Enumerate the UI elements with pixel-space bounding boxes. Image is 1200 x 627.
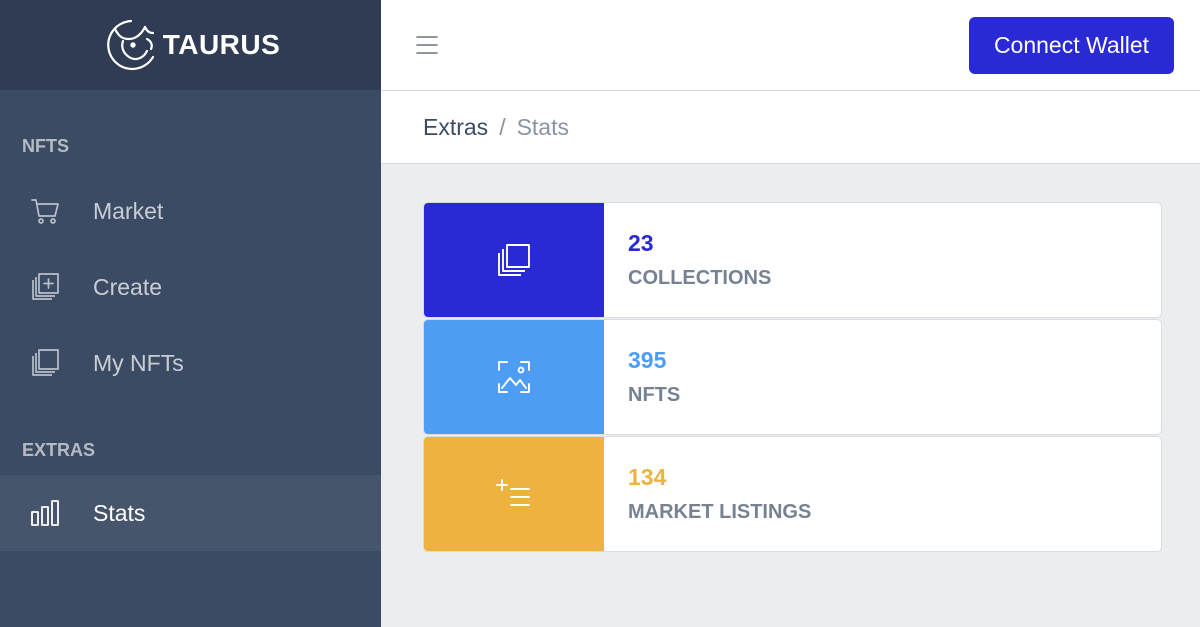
sidebar-item-label: Stats bbox=[93, 499, 146, 526]
sidebar-item-market[interactable]: Market bbox=[0, 173, 381, 249]
stat-card-market-listings: 134 MARKET LISTINGS bbox=[423, 436, 1162, 552]
bull-icon bbox=[106, 19, 154, 71]
brand[interactable]: TAURUS bbox=[0, 0, 381, 90]
stat-value: 23 bbox=[628, 230, 654, 256]
stat-label: NFTS bbox=[628, 384, 681, 406]
breadcrumb-parent[interactable]: Extras bbox=[423, 114, 488, 141]
nav-section-nfts: NFTS bbox=[22, 136, 69, 156]
brand-logo: TAURUS bbox=[101, 15, 281, 75]
brand-name: TAURUS bbox=[162, 29, 281, 60]
main: Connect Wallet Extras / Stats 23 COLLECT… bbox=[381, 0, 1200, 627]
hamburger-icon[interactable] bbox=[415, 33, 439, 57]
sidebar-item-label: My NFTs bbox=[93, 349, 184, 376]
breadcrumb-separator: / bbox=[499, 113, 506, 140]
breadcrumb: Extras / Stats bbox=[381, 91, 1200, 164]
sidebar-item-create[interactable]: Create bbox=[0, 249, 381, 325]
sidebar-item-label: Market bbox=[93, 197, 164, 224]
stats-content: 23 COLLECTIONS 395 NFTS 134 MARKET LISTI… bbox=[381, 164, 1200, 553]
add-collection-icon bbox=[28, 270, 62, 304]
sidebar-item-label: Create bbox=[93, 273, 163, 300]
stat-label: COLLECTIONS bbox=[628, 267, 772, 289]
connect-wallet-button[interactable]: Connect Wallet bbox=[969, 16, 1174, 74]
stat-card-collections: 23 COLLECTIONS bbox=[423, 202, 1162, 318]
sidebar-item-my-nfts[interactable]: My NFTs bbox=[0, 325, 381, 401]
image-icon bbox=[424, 320, 604, 434]
cart-icon bbox=[28, 194, 62, 228]
header: Connect Wallet bbox=[381, 0, 1200, 91]
stat-value: 134 bbox=[628, 464, 667, 490]
stat-card-body: 134 MARKET LISTINGS bbox=[604, 437, 811, 551]
breadcrumb-current: Stats bbox=[516, 113, 569, 140]
collection-icon bbox=[424, 203, 604, 317]
stat-card-body: 23 COLLECTIONS bbox=[604, 203, 771, 317]
stat-value: 395 bbox=[628, 347, 667, 373]
stat-card-body: 395 NFTS bbox=[604, 320, 680, 434]
app: TAURUS NFTS Market Create My NFTs EXTRAS… bbox=[0, 0, 1200, 627]
bar-chart-icon bbox=[28, 496, 62, 530]
sidebar-item-stats[interactable]: Stats bbox=[0, 475, 381, 551]
list-add-icon bbox=[424, 437, 604, 551]
nav-section-extras: EXTRAS bbox=[22, 440, 96, 460]
collection-icon bbox=[28, 346, 62, 380]
stat-card-nfts: 395 NFTS bbox=[423, 319, 1162, 435]
sidebar: TAURUS NFTS Market Create My NFTs EXTRAS… bbox=[0, 0, 381, 627]
stat-label: MARKET LISTINGS bbox=[628, 501, 812, 523]
